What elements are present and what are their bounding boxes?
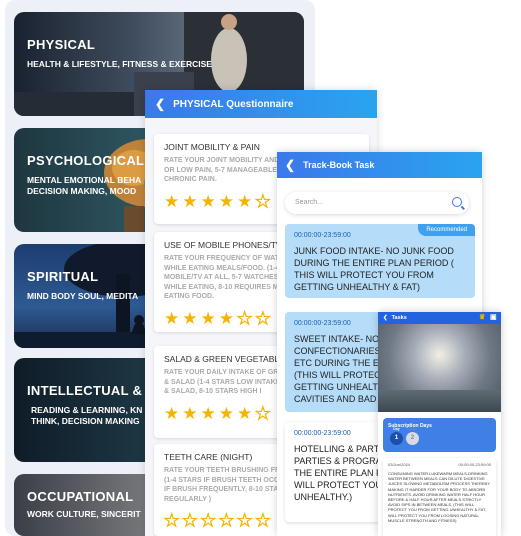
back-arrow-icon[interactable]: ❮ bbox=[383, 315, 388, 321]
tasks-header: ❮ Tasks ♛ ▣ bbox=[378, 312, 501, 324]
back-arrow-icon[interactable]: ❮ bbox=[285, 158, 295, 172]
question-title: JOINT MOBILITY & PAIN bbox=[164, 142, 260, 152]
tasks-title: Tasks bbox=[391, 315, 407, 321]
day-button[interactable]: Day 2 bbox=[406, 427, 419, 445]
star-icon[interactable]: ★ bbox=[164, 310, 179, 327]
star-icon[interactable]: ★ bbox=[182, 405, 197, 422]
star-icon[interactable]: ★ bbox=[164, 405, 179, 422]
star-icon[interactable]: ★ bbox=[201, 193, 216, 210]
entry-time: 00:00:00-23:59:00 bbox=[458, 462, 491, 467]
search-icon[interactable] bbox=[452, 197, 462, 207]
questionnaire-header: ❮ PHYSICAL Questionnaire bbox=[145, 90, 377, 118]
entry-date: 03/Jun/2024 bbox=[388, 462, 411, 467]
star-icon[interactable]: ★ bbox=[237, 405, 252, 422]
day-button[interactable]: Day 1 bbox=[390, 427, 403, 445]
subscription-days-card: Subscription Days Day 1 Day 2 bbox=[383, 418, 496, 452]
search-input[interactable]: Search... bbox=[285, 192, 469, 214]
recommended-badge: Recommended bbox=[418, 224, 475, 236]
task-entry-card[interactable]: 03/Jun/2024 00:00:00-23:59:00 CONSUMING … bbox=[383, 458, 496, 536]
star-icon[interactable]: ★ bbox=[182, 511, 198, 529]
star-icon[interactable]: ★ bbox=[237, 193, 252, 210]
star-icon[interactable]: ★ bbox=[255, 511, 271, 529]
star-icon[interactable]: ★ bbox=[219, 193, 234, 210]
star-icon[interactable]: ★ bbox=[255, 404, 271, 422]
star-icon[interactable]: ★ bbox=[200, 511, 216, 529]
crown-icon[interactable]: ♛ bbox=[479, 314, 487, 322]
star-icon[interactable]: ★ bbox=[218, 511, 234, 529]
day-number: 2 bbox=[410, 435, 415, 441]
category-title: INTELLECTUAL & E bbox=[27, 383, 156, 398]
star-icon[interactable]: ★ bbox=[163, 511, 179, 529]
category-title: OCCUPATIONAL bbox=[27, 489, 134, 504]
day-label: Day bbox=[409, 427, 416, 431]
star-icon[interactable]: ★ bbox=[219, 310, 234, 327]
trackbook-title: Track-Book Task bbox=[303, 160, 375, 170]
star-icon[interactable]: ★ bbox=[182, 193, 197, 210]
back-arrow-icon[interactable]: ❮ bbox=[155, 97, 165, 111]
star-icon[interactable]: ★ bbox=[201, 405, 216, 422]
share-icon[interactable]: ▣ bbox=[490, 314, 498, 322]
star-icon[interactable]: ★ bbox=[182, 310, 197, 327]
tasks-screen: ❮ Tasks ♛ ▣ Subscription Days Day 1 Day … bbox=[378, 312, 501, 536]
category-title: SPIRITUAL bbox=[27, 269, 99, 284]
task-card[interactable]: Recommended 00:00:00-23:59:00 JUNK FOOD … bbox=[285, 224, 475, 298]
day-number: 1 bbox=[394, 435, 399, 441]
sunset-image bbox=[378, 324, 501, 412]
category-title: PHYSICAL bbox=[27, 37, 96, 52]
star-icon[interactable]: ★ bbox=[219, 405, 234, 422]
task-text: JUNK FOOD INTAKE- NO JUNK FOOD DURING TH… bbox=[294, 246, 454, 292]
star-icon[interactable]: ★ bbox=[255, 192, 271, 210]
day-label: Day bbox=[393, 427, 400, 431]
star-icon[interactable]: ★ bbox=[255, 309, 271, 327]
star-icon[interactable]: ★ bbox=[201, 310, 216, 327]
star-icon[interactable]: ★ bbox=[236, 511, 252, 529]
category-title: PSYCHOLOGICAL bbox=[27, 153, 145, 168]
star-icon[interactable]: ★ bbox=[236, 309, 252, 327]
star-icon[interactable]: ★ bbox=[164, 193, 179, 210]
entry-text: CONSUMING WATER LUKEWARM MEALS-DRINKING … bbox=[388, 471, 490, 523]
questionnaire-title: PHYSICAL Questionnaire bbox=[173, 98, 294, 110]
trackbook-header: ❮ Track-Book Task bbox=[277, 152, 482, 178]
search-placeholder: Search... bbox=[295, 199, 324, 206]
category-subtitle: HEALTH & LIFESTYLE, FITNESS & EXERCISE bbox=[27, 59, 212, 69]
